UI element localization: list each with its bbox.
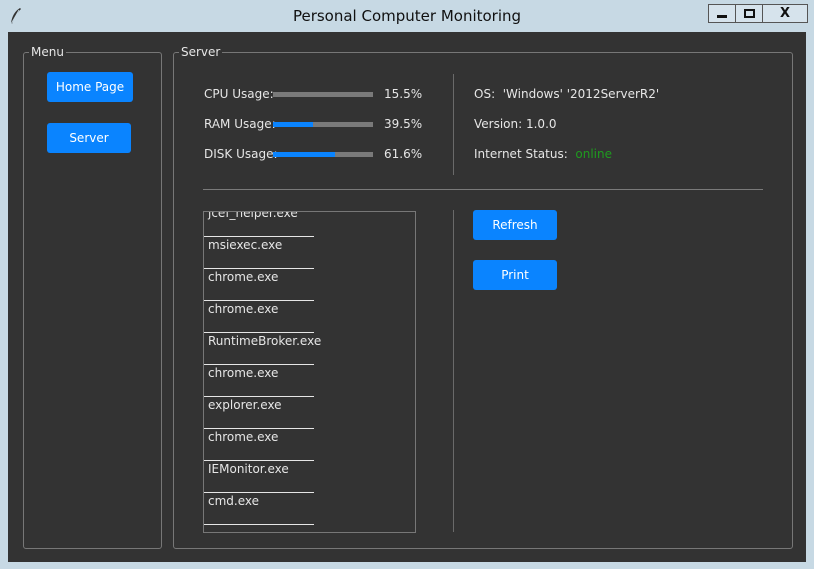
- os-value: 'Windows' '2012ServerR2': [502, 87, 660, 101]
- os-label: OS:: [474, 87, 496, 101]
- minimize-button[interactable]: [708, 4, 736, 23]
- cpu-usage-bar: [273, 92, 373, 97]
- cpu-usage-value: 15.5%: [384, 87, 423, 101]
- server-button[interactable]: Server: [47, 123, 131, 153]
- list-item[interactable]: chrome.exe: [204, 429, 314, 461]
- server-frame-title: Server: [179, 44, 223, 60]
- print-button[interactable]: Print: [473, 260, 557, 290]
- list-item[interactable]: jcef_helper.exe: [204, 212, 314, 237]
- maximize-icon: [744, 9, 755, 18]
- menu-frame-title: Menu: [29, 44, 66, 60]
- list-item[interactable]: IEMonitor.exe: [204, 461, 314, 493]
- list-item[interactable]: explorer.exe: [204, 397, 314, 429]
- internet-status-value: online: [575, 147, 612, 161]
- list-item[interactable]: chrome.exe: [204, 365, 314, 397]
- list-item[interactable]: chrome.exe: [204, 301, 314, 333]
- close-button[interactable]: X: [763, 4, 808, 23]
- section-separator: [203, 189, 763, 190]
- list-item[interactable]: cmd.exe: [204, 493, 314, 525]
- ram-usage-bar: [273, 122, 373, 127]
- disk-usage-bar: [273, 152, 373, 157]
- internet-status-label: Internet Status:: [474, 147, 568, 161]
- cpu-usage-label: CPU Usage:: [204, 87, 274, 101]
- ram-usage-value: 39.5%: [384, 117, 423, 131]
- ram-usage-fill: [273, 122, 313, 127]
- disk-usage-fill: [273, 152, 335, 157]
- ram-usage-label: RAM Usage:: [204, 117, 276, 131]
- home-page-button[interactable]: Home Page: [47, 72, 133, 102]
- title-bar: Personal Computer Monitoring X: [0, 0, 814, 32]
- minimize-icon: [717, 15, 727, 18]
- process-list[interactable]: jcef_helper.exe msiexec.exe chrome.exe c…: [203, 211, 416, 533]
- version-info: Version: 1.0.0: [474, 117, 557, 131]
- disk-usage-value: 61.6%: [384, 147, 423, 161]
- refresh-button[interactable]: Refresh: [473, 210, 557, 240]
- list-item[interactable]: msiexec.exe: [204, 237, 314, 269]
- internet-status: Internet Status: online: [474, 147, 612, 161]
- os-info: OS: 'Windows' '2012ServerR2': [474, 87, 659, 101]
- window-title: Personal Computer Monitoring: [292, 7, 522, 25]
- list-item[interactable]: RuntimeBroker.exe: [204, 333, 321, 365]
- main-window: Menu Home Page Server Server CPU Usage: …: [8, 32, 806, 562]
- close-icon: X: [779, 6, 791, 21]
- actions-separator: [453, 210, 454, 532]
- disk-usage-label: DISK Usage:: [204, 147, 278, 161]
- info-separator: [453, 74, 454, 175]
- list-item[interactable]: chrome.exe: [204, 269, 314, 301]
- maximize-button[interactable]: [736, 4, 763, 23]
